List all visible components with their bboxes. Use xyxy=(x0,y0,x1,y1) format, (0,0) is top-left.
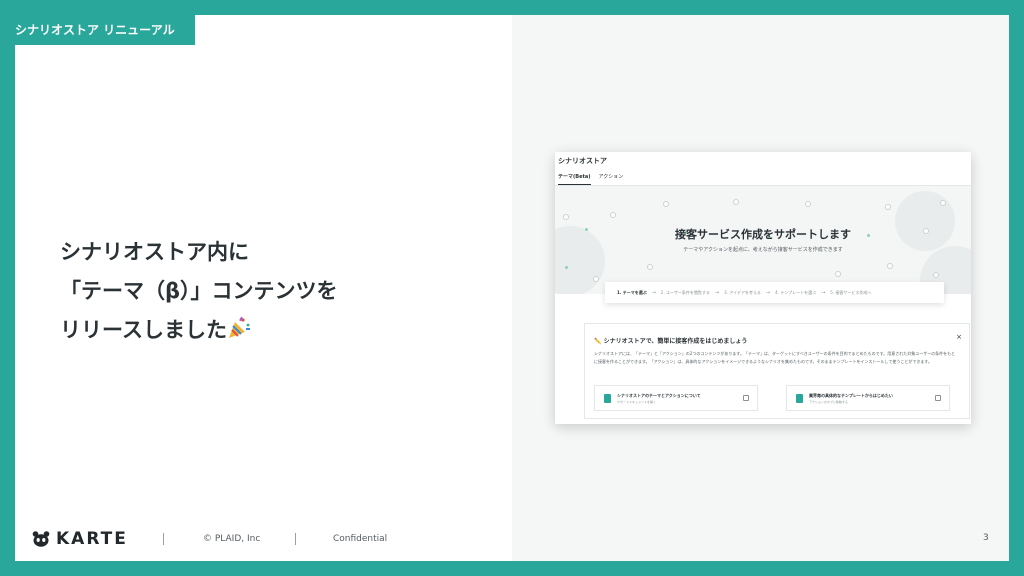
close-icon[interactable]: × xyxy=(956,333,962,341)
character-icon xyxy=(663,201,669,207)
tab-action[interactable]: アクション xyxy=(599,173,624,185)
character-icon xyxy=(593,276,599,282)
copyright: © PLAID, Inc xyxy=(203,534,261,544)
character-icon xyxy=(647,264,653,270)
character-icon xyxy=(610,212,616,218)
card-subtitle: アクションのタブに移動する xyxy=(809,400,848,404)
heading-line-1: シナリオストア内に xyxy=(60,240,249,264)
step-bar: 1. テーマを選ぶ → 2. ユーザー条件を閲覧する → 3. アイデアを考える… xyxy=(605,282,944,303)
character-icon xyxy=(835,271,841,277)
intro-body: シナリオストアには、「テーマ」と「アクション」の2つのコンテンツがあります。「テ… xyxy=(594,351,956,364)
step-5[interactable]: 5. 接客サービス作成へ xyxy=(830,290,871,296)
intro-panel: ✏️ シナリオストアで、簡単に接客作成をはじめましょう × シナリオストアには、… xyxy=(584,323,970,419)
character-icon xyxy=(885,204,891,210)
card-title: シナリオストアのテーマとアクションについて xyxy=(617,393,701,398)
app-screenshot: シナリオストア テーマ(Beta) アクション 接客サービス作成をサポートします… xyxy=(555,152,971,424)
hero-banner: 接客サービス作成をサポートします テーマやアクションを起点に、考えながら接客サー… xyxy=(555,186,971,294)
document-icon xyxy=(604,394,611,403)
heading-line-2: 「テーマ（β）」コンテンツを xyxy=(60,279,338,303)
slide: シナリオストア リニューアル シナリオストア内に 「テーマ（β）」コンテンツを … xyxy=(15,15,1009,561)
step-4[interactable]: 4. テンプレートを選ぶ xyxy=(775,290,816,296)
brand-name: KARTE xyxy=(56,529,128,549)
intro-title: ✏️ シナリオストアで、簡単に接客作成をはじめましょう xyxy=(594,338,748,345)
hero-subtitle: テーマやアクションを起点に、考えながら接客サービスを作成できます xyxy=(683,247,843,253)
footer-divider xyxy=(163,533,164,545)
character-icon xyxy=(733,199,739,205)
page-number: 3 xyxy=(983,533,989,543)
arrow-right-icon: → xyxy=(651,289,656,296)
template-link-card[interactable]: 業界毎の具体的なテンプレートからはじめたい アクションのタブに移動する xyxy=(786,385,950,411)
slide-heading: シナリオストア内に 「テーマ（β）」コンテンツを リリースしました xyxy=(60,233,480,350)
arrow-right-icon: → xyxy=(714,289,720,296)
arrow-right-icon: → xyxy=(821,289,826,296)
card-subtitle: サポートドキュメントを開く xyxy=(617,400,657,404)
character-icon xyxy=(887,263,893,269)
app-title: シナリオストア xyxy=(558,157,607,165)
step-3[interactable]: 3. アイデアを考える xyxy=(724,290,761,296)
karte-logo: KARTE xyxy=(32,529,128,549)
confidential-label: Confidential xyxy=(333,534,388,544)
panda-icon xyxy=(32,531,50,547)
hero-blob xyxy=(895,191,955,251)
step-1[interactable]: 1. テーマを選ぶ xyxy=(617,290,647,296)
character-icon xyxy=(933,272,939,278)
footer-divider xyxy=(295,533,296,545)
external-link-icon xyxy=(743,395,749,401)
party-popper-icon xyxy=(228,316,250,338)
external-link-icon xyxy=(935,395,941,401)
character-icon xyxy=(940,200,946,206)
section-label: シナリオストア リニューアル xyxy=(15,15,195,45)
app-tabs: テーマ(Beta) アクション xyxy=(558,173,623,185)
tab-theme[interactable]: テーマ(Beta) xyxy=(558,173,591,185)
chat-icon xyxy=(796,394,803,403)
character-icon xyxy=(805,201,811,207)
doc-link-card[interactable]: シナリオストアのテーマとアクションについて サポートドキュメントを開く xyxy=(594,385,758,411)
arrow-right-icon: → xyxy=(765,289,771,296)
dot-icon xyxy=(565,266,568,269)
hero-title: 接客サービス作成をサポートします xyxy=(675,228,851,241)
step-2[interactable]: 2. ユーザー条件を閲覧する xyxy=(661,290,710,296)
heading-line-3: リリースしました xyxy=(60,311,480,350)
card-title: 業界毎の具体的なテンプレートからはじめたい xyxy=(809,393,893,398)
character-icon xyxy=(563,214,569,220)
